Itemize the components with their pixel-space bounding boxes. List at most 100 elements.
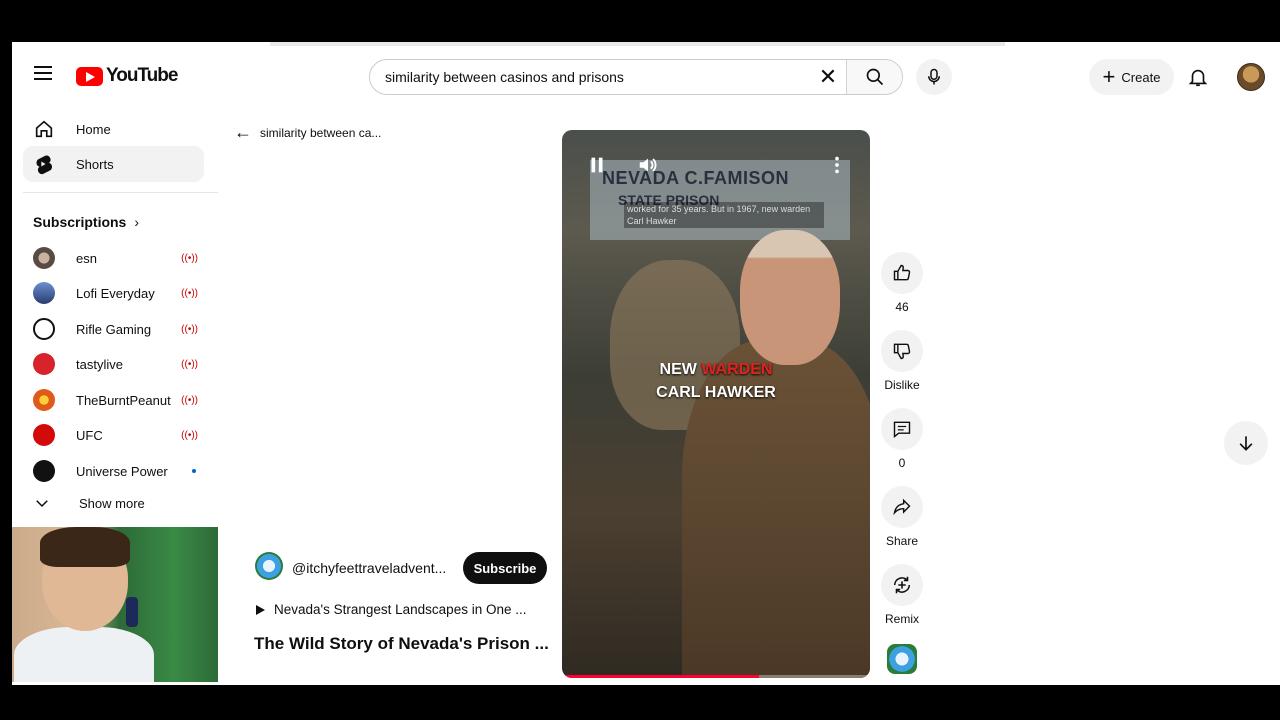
search-button[interactable] [846,60,902,94]
subscription-name: TheBurntPeanut [76,392,171,408]
channel-avatar [33,247,55,269]
search-box[interactable]: ✕ [369,59,903,95]
pause-icon [591,157,603,173]
chevron-right-icon: › [134,214,140,230]
live-icon: ((•)) [181,323,198,335]
video-progress-bar[interactable] [562,675,870,678]
create-label: Create [1121,69,1161,85]
create-button[interactable]: + Create [1089,59,1174,95]
remix-label: Remix [884,612,919,626]
video-title[interactable]: The Wild Story of Nevada's Prison ... [254,634,549,654]
comment-icon [893,421,911,438]
bell-icon [1188,69,1208,87]
arrow-left-icon: ← [234,122,252,142]
channel-avatar [33,282,55,304]
comment-count: 0 [898,456,906,470]
voice-search-button[interactable] [916,59,952,95]
account-avatar[interactable] [1237,63,1265,91]
menu-icon[interactable] [34,66,52,80]
live-icon: ((•)) [181,358,198,370]
like-count: 46 [895,300,909,314]
channel-avatar [33,318,55,340]
caption-overlay: worked for 35 years. But in 1967, new wa… [624,202,824,228]
home-icon [35,120,53,138]
caption-word: NEW [659,361,702,378]
clear-search-icon[interactable]: ✕ [810,60,846,94]
subscription-name: esn [76,250,97,266]
subscriptions-heading[interactable]: Subscriptions › [33,214,139,230]
subscription-name: Rifle Gaming [76,321,152,337]
subscription-name: Universe Power [76,463,168,479]
subscription-name: UFC [76,427,103,443]
share-button[interactable]: Share [880,486,924,548]
subscribe-button[interactable]: Subscribe [463,552,547,584]
browser-top-strip [270,42,1005,46]
plus-icon: + [1102,64,1116,89]
live-icon: ((•)) [181,394,198,406]
channel-avatar [33,389,55,411]
dislike-label: Dislike [884,378,920,392]
caption-highlight: WARDEN [701,361,773,378]
volume-button[interactable] [636,154,660,176]
channel-avatar[interactable] [255,552,283,580]
channel-handle[interactable]: @itchyfeettraveladvent... [292,560,446,576]
comments-button[interactable]: 0 [880,408,924,470]
caption-line-2: CARL HAWKER [656,384,776,401]
sidebar-divider [23,192,218,193]
video-progress-fill [562,675,760,678]
related-video-link[interactable]: Nevada's Strangest Landscapes in One ... [256,602,526,617]
live-icon: ((•)) [181,287,198,299]
shorts-icon [36,155,53,175]
youtube-logo[interactable]: YouTube [76,65,178,87]
share-label: Share [885,534,919,548]
more-options-button[interactable] [826,154,848,176]
sidebar-item-shorts[interactable]: Shorts [23,146,204,182]
subscription-name: tastylive [76,356,123,372]
live-icon: ((•)) [181,429,198,441]
next-video-button[interactable] [1224,421,1268,465]
related-video-title: Nevada's Strangest Landscapes in One ... [274,602,527,617]
volume-icon [639,158,657,172]
more-vert-icon [835,156,839,174]
video-caption: NEW WARDEN CARL HAWKER [562,358,870,404]
video-figure-face [740,230,840,365]
subscription-item[interactable]: esn ((•)) [33,246,198,270]
chevron-down-icon [36,500,48,508]
sidebar-item-label: Shorts [76,156,114,172]
subscription-item[interactable]: Universe Power [33,459,198,483]
channel-avatar [33,460,55,482]
search-icon [866,68,883,86]
shorts-player[interactable]: NEVADA C.FAMISON STATE PRISON worked for… [562,130,870,678]
channel-avatar-small[interactable] [887,644,917,674]
play-icon [256,604,265,615]
show-more-button[interactable]: Show more [33,494,145,512]
youtube-play-icon [76,66,103,86]
thumbs-up-icon [893,264,911,281]
logo-text: YouTube [106,65,178,86]
subscription-item[interactable]: TheBurntPeanut ((•)) [33,388,198,412]
channel-avatar [33,424,55,446]
sign-text: NEVADA C.FAMISON [602,168,790,188]
like-button[interactable]: 46 [880,252,924,314]
show-more-label: Show more [79,495,145,511]
back-query-text: similarity between ca... [260,125,382,140]
back-button[interactable]: ← similarity between ca... [234,122,381,143]
subscriptions-title: Subscriptions [33,214,127,230]
remix-button[interactable]: Remix [880,564,924,626]
dislike-button[interactable]: Dislike [880,330,924,392]
pause-button[interactable] [586,154,608,176]
subscription-item[interactable]: Lofi Everyday ((•)) [33,281,198,305]
search-input[interactable] [370,60,810,94]
microphone-icon [928,68,940,85]
sidebar-item-home[interactable]: Home [23,111,204,147]
sidebar-item-label: Home [76,121,111,137]
new-content-dot [192,469,196,473]
subscription-item[interactable]: Rifle Gaming ((•)) [33,317,198,341]
thumbs-down-icon [893,343,911,360]
notifications-button[interactable] [1187,66,1209,93]
arrow-down-icon [1239,436,1253,451]
remix-icon [893,576,911,594]
subscription-item[interactable]: tastylive ((•)) [33,352,198,376]
subscription-item[interactable]: UFC ((•)) [33,423,198,447]
channel-avatar [33,353,55,375]
